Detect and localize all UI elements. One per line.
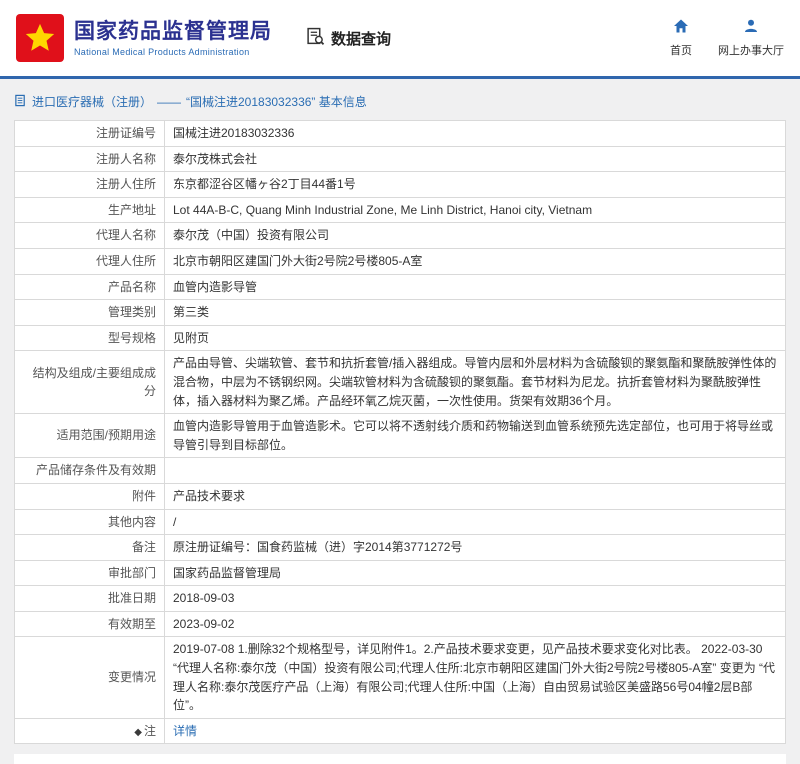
details-link[interactable]: 详情 (173, 724, 197, 738)
section-data-query: 数据查询 (306, 27, 391, 50)
site-subtitle: National Medical Products Administration (74, 47, 272, 57)
main-content: 进口医疗器械（注册） —— “国械注进20183032336” 基本信息 注册证… (0, 79, 800, 764)
site-title: 国家药品监督管理局 (74, 19, 272, 44)
brand-titles: 国家药品监督管理局 National Medical Products Admi… (74, 19, 272, 56)
row-label: 有效期至 (15, 611, 165, 637)
breadcrumb-category[interactable]: 进口医疗器械（注册） (32, 93, 152, 110)
home-icon (673, 18, 689, 39)
row-value: 2023-09-02 (165, 611, 786, 637)
note-label: 注 (144, 724, 156, 738)
row-label: 型号规格 (15, 325, 165, 351)
row-label: 产品储存条件及有效期 (15, 458, 165, 484)
row-label: 变更情况 (15, 637, 165, 718)
row-label: 代理人名称 (15, 223, 165, 249)
row-value: / (165, 509, 786, 535)
table-row: 有效期至 2023-09-02 (15, 611, 786, 637)
row-value: 东京都涩谷区幡ヶ谷2丁目44番1号 (165, 172, 786, 198)
row-value (165, 458, 786, 484)
row-value: 2019-07-08 1.删除32个规格型号，详见附件1。2.产品技术要求变更，… (165, 637, 786, 718)
row-value: 第三类 (165, 300, 786, 326)
section-label: 数据查询 (331, 28, 391, 49)
row-value: Lot 44A-B-C, Quang Minh Industrial Zone,… (165, 197, 786, 223)
row-label: 产品名称 (15, 274, 165, 300)
row-value: 详情 (165, 718, 786, 744)
breadcrumb-title: “国械注进20183032336” 基本信息 (186, 93, 367, 110)
row-label: ◆注 (15, 718, 165, 744)
row-label: 生产地址 (15, 197, 165, 223)
table-row: 产品储存条件及有效期 (15, 458, 786, 484)
table-row: 附件 产品技术要求 (15, 483, 786, 509)
row-value: 血管内造影导管用于血管造影术。它可以将不透射线介质和药物输送到血管系统预先选定部… (165, 414, 786, 458)
row-value: 产品技术要求 (165, 483, 786, 509)
nmpa-logo-icon (16, 14, 64, 62)
row-label: 备注 (15, 535, 165, 561)
footer-strip (14, 754, 786, 764)
user-icon (743, 18, 759, 39)
table-row: 变更情况 2019-07-08 1.删除32个规格型号，详见附件1。2.产品技术… (15, 637, 786, 718)
table-row: 备注 原注册证编号：国食药监械（进）字2014第3771272号 (15, 535, 786, 561)
brand: 国家药品监督管理局 National Medical Products Admi… (16, 14, 272, 62)
nav-home[interactable]: 首页 (670, 18, 692, 58)
header: 国家药品监督管理局 National Medical Products Admi… (0, 0, 800, 76)
top-nav: 首页 网上办事大厅 (670, 18, 784, 58)
document-icon (14, 94, 27, 110)
table-row: 适用范围/预期用途 血管内造影导管用于血管造影术。它可以将不透射线介质和药物输送… (15, 414, 786, 458)
table-row: 其他内容 / (15, 509, 786, 535)
data-query-icon (306, 27, 325, 50)
row-value: 产品由导管、尖端软管、套节和抗折套管/插入器组成。导管内层和外层材料为含硫酸钡的… (165, 351, 786, 414)
row-label: 注册证编号 (15, 121, 165, 147)
row-label: 审批部门 (15, 560, 165, 586)
row-label: 管理类别 (15, 300, 165, 326)
row-label: 适用范围/预期用途 (15, 414, 165, 458)
table-row: 审批部门 国家药品监督管理局 (15, 560, 786, 586)
row-value: 2018-09-03 (165, 586, 786, 612)
row-label: 代理人住所 (15, 248, 165, 274)
nav-home-label: 首页 (670, 42, 692, 58)
table-row: 结构及组成/主要组成成分 产品由导管、尖端软管、套节和抗折套管/插入器组成。导管… (15, 351, 786, 414)
table-row: 注册人名称 泰尔茂株式会社 (15, 146, 786, 172)
note-icon: ◆ (134, 725, 142, 741)
row-label: 其他内容 (15, 509, 165, 535)
table-row: 批准日期 2018-09-03 (15, 586, 786, 612)
nav-service-hall[interactable]: 网上办事大厅 (718, 18, 784, 58)
row-label: 附件 (15, 483, 165, 509)
row-value: 泰尔茂株式会社 (165, 146, 786, 172)
row-value: 见附页 (165, 325, 786, 351)
breadcrumb: 进口医疗器械（注册） —— “国械注进20183032336” 基本信息 (14, 93, 786, 110)
table-row: 生产地址 Lot 44A-B-C, Quang Minh Industrial … (15, 197, 786, 223)
table-row: 管理类别 第三类 (15, 300, 786, 326)
table-row: 注册人住所 东京都涩谷区幡ヶ谷2丁目44番1号 (15, 172, 786, 198)
table-row: 产品名称 血管内造影导管 (15, 274, 786, 300)
row-value: 血管内造影导管 (165, 274, 786, 300)
table-row: 型号规格 见附页 (15, 325, 786, 351)
nav-service-hall-label: 网上办事大厅 (718, 42, 784, 58)
row-value: 泰尔茂（中国）投资有限公司 (165, 223, 786, 249)
registration-info-table: 注册证编号 国械注进20183032336 注册人名称 泰尔茂株式会社 注册人住… (14, 120, 786, 744)
row-value: 北京市朝阳区建国门外大街2号院2号楼805-A室 (165, 248, 786, 274)
breadcrumb-separator: —— (157, 95, 181, 109)
row-label: 注册人住所 (15, 172, 165, 198)
row-label: 注册人名称 (15, 146, 165, 172)
row-value: 国械注进20183032336 (165, 121, 786, 147)
row-label: 批准日期 (15, 586, 165, 612)
table-row: 代理人名称 泰尔茂（中国）投资有限公司 (15, 223, 786, 249)
row-value: 国家药品监督管理局 (165, 560, 786, 586)
row-label: 结构及组成/主要组成成分 (15, 351, 165, 414)
table-row: 注册证编号 国械注进20183032336 (15, 121, 786, 147)
table-row: 代理人住所 北京市朝阳区建国门外大街2号院2号楼805-A室 (15, 248, 786, 274)
table-row: ◆注 详情 (15, 718, 786, 744)
row-value: 原注册证编号：国食药监械（进）字2014第3771272号 (165, 535, 786, 561)
